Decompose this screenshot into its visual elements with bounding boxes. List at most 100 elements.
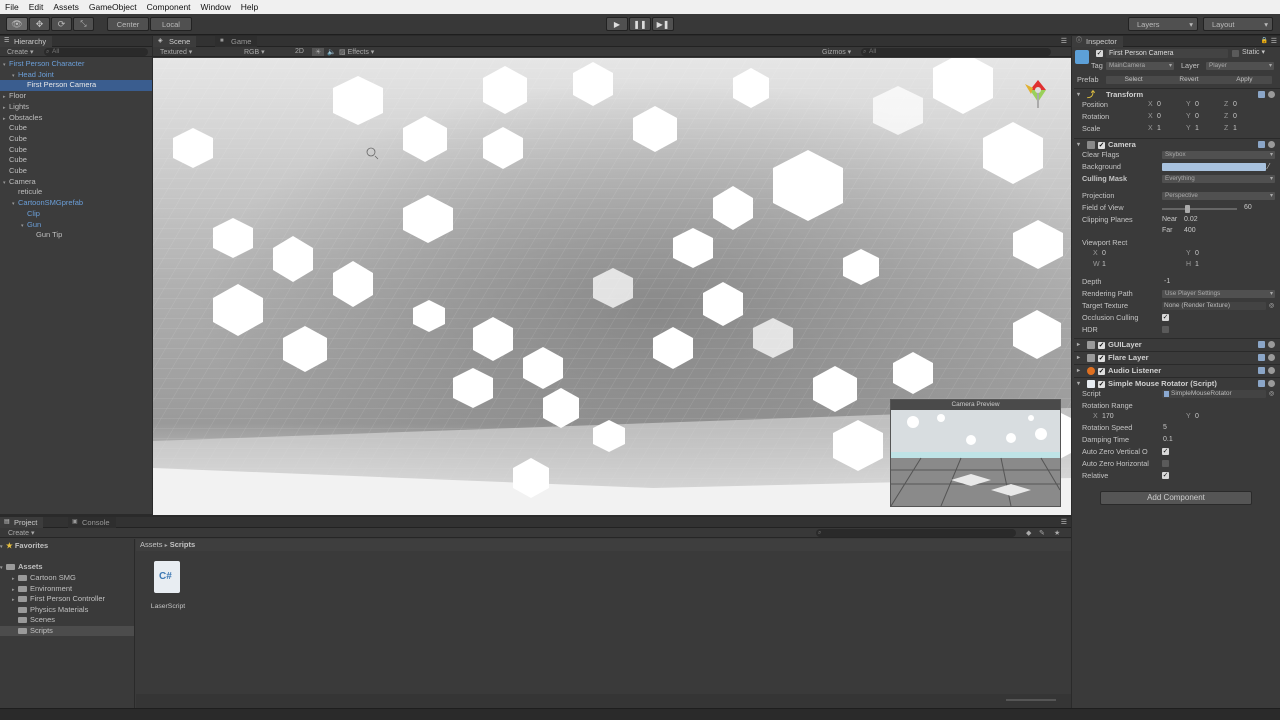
prefab-apply-button[interactable]: Apply: [1217, 76, 1272, 84]
hierarchy-item[interactable]: Cube: [0, 155, 152, 166]
project-folder-item[interactable]: Physics Materials: [0, 605, 134, 616]
object-picker-icon[interactable]: ◎: [1269, 301, 1274, 311]
layout-dropdown[interactable]: Layout ▾: [1203, 17, 1273, 31]
tab-hierarchy[interactable]: ☰ Hierarchy: [0, 36, 53, 47]
project-folder-item[interactable]: ▸ Environment: [0, 584, 134, 595]
panel-menu-icon[interactable]: ☰: [1061, 37, 1067, 45]
active-checkbox[interactable]: ✓: [1096, 50, 1103, 57]
hierarchy-item[interactable]: reticule: [0, 187, 152, 198]
menu-gameobject[interactable]: GameObject: [84, 2, 142, 12]
culling-mask-dropdown[interactable]: Everything: [1162, 175, 1275, 183]
hierarchy-item[interactable]: ▾ CartoonSMGprefab: [0, 198, 152, 209]
hierarchy-item[interactable]: ▾ Head Joint: [0, 70, 152, 81]
object-name-field[interactable]: First Person Camera: [1106, 49, 1228, 58]
favorites-item[interactable]: ▾ ★ Favorites: [0, 541, 134, 552]
menu-file[interactable]: File: [0, 2, 24, 12]
icon-size-slider[interactable]: [1006, 699, 1056, 701]
camera-enabled-checkbox[interactable]: ✓: [1098, 142, 1105, 149]
camera-header[interactable]: ▾ ✓ Camera: [1074, 138, 1280, 150]
script-field[interactable]: SimpleMouseRotator: [1162, 390, 1266, 398]
hierarchy-item[interactable]: Clip: [0, 209, 152, 220]
hand-tool-button[interactable]: 👁: [6, 17, 28, 31]
tab-console[interactable]: ▣ Console: [68, 517, 116, 528]
guilayer-header[interactable]: ▸ ✓ GUILayer: [1074, 338, 1280, 350]
project-create-button[interactable]: Create ▾: [0, 529, 34, 537]
rendering-path-dropdown[interactable]: Use Player Settings: [1162, 290, 1275, 298]
move-tool-button[interactable]: ✥: [29, 17, 50, 31]
tab-game[interactable]: ■ Game: [215, 36, 258, 47]
script-header[interactable]: ▾ ✓ Simple Mouse Rotator (Script): [1074, 377, 1280, 389]
hierarchy-item[interactable]: ▾ Gun: [0, 220, 152, 231]
hierarchy-search-input[interactable]: ⌕ All: [44, 48, 148, 56]
lock-icon[interactable]: 🔒: [1261, 37, 1268, 44]
object-picker-icon[interactable]: ◎: [1269, 389, 1274, 399]
assets-root-item[interactable]: ▾ Assets: [0, 562, 134, 573]
menu-edit[interactable]: Edit: [24, 2, 49, 12]
hierarchy-item[interactable]: ▾ Camera: [0, 177, 152, 188]
fov-slider-thumb[interactable]: [1185, 205, 1191, 213]
transform-rotation-z[interactable]: 0: [1233, 112, 1237, 122]
menu-component[interactable]: Component: [142, 2, 196, 12]
component-settings-icons[interactable]: [1258, 341, 1276, 349]
panel-menu-icon[interactable]: ☰: [1271, 37, 1277, 45]
script-enabled-checkbox[interactable]: ✓: [1098, 381, 1105, 388]
tab-inspector[interactable]: ⓘ Inspector: [1072, 36, 1123, 47]
static-checkbox[interactable]: [1232, 50, 1239, 57]
vp-x-value[interactable]: 0: [1102, 249, 1106, 259]
effects-dropdown[interactable]: ▨ Effects ▾: [339, 48, 374, 56]
2d-toggle[interactable]: 2D: [295, 48, 304, 55]
menu-help[interactable]: Help: [236, 2, 263, 12]
prefab-select-button[interactable]: Select: [1106, 76, 1161, 84]
target-texture-field[interactable]: None (Render Texture): [1162, 302, 1266, 310]
component-settings-icons[interactable]: [1258, 91, 1276, 99]
component-settings-icons[interactable]: [1258, 354, 1276, 362]
audiolistener-enabled-checkbox[interactable]: ✓: [1098, 368, 1105, 375]
auto-zero-vertical-checkbox[interactable]: ✓: [1162, 448, 1169, 455]
range-x-value[interactable]: 170: [1102, 412, 1114, 422]
scene-viewport[interactable]: Camera Preview: [153, 58, 1071, 515]
flarelayer-enabled-checkbox[interactable]: ✓: [1098, 355, 1105, 362]
tab-scene[interactable]: ◈ Scene: [153, 36, 197, 47]
vp-y-value[interactable]: 0: [1195, 249, 1199, 259]
project-folder-item[interactable]: ▸ First Person Controller: [0, 594, 134, 605]
component-settings-icons[interactable]: [1258, 141, 1276, 149]
rotate-tool-button[interactable]: ⟳: [51, 17, 72, 31]
relative-checkbox[interactable]: ✓: [1162, 472, 1169, 479]
audio-toggle[interactable]: 🔈: [327, 48, 336, 56]
render-mode-dropdown[interactable]: RGB ▾: [244, 48, 265, 56]
clear-flags-dropdown[interactable]: Skybox: [1162, 151, 1275, 159]
add-component-button[interactable]: Add Component: [1100, 491, 1252, 505]
hierarchy-item[interactable]: Cube: [0, 134, 152, 145]
space-local-button[interactable]: Local: [150, 17, 192, 31]
vp-w-value[interactable]: 1: [1102, 260, 1106, 270]
guilayer-enabled-checkbox[interactable]: ✓: [1098, 342, 1105, 349]
transform-position-z[interactable]: 0: [1233, 100, 1237, 110]
transform-scale-y[interactable]: 1: [1195, 124, 1199, 134]
transform-header[interactable]: ▾ ⤴ Transform: [1074, 88, 1280, 100]
play-button[interactable]: ▶: [606, 17, 628, 31]
audiolistener-header[interactable]: ▸ ✓ Audio Listener: [1074, 364, 1280, 376]
lighting-toggle[interactable]: ☀: [312, 47, 325, 56]
breadcrumb-scripts[interactable]: Scripts: [170, 540, 195, 549]
background-color-field[interactable]: [1162, 163, 1266, 171]
pivot-center-button[interactable]: Center: [107, 17, 149, 31]
hierarchy-create-button[interactable]: Create ▾: [0, 48, 33, 56]
depth-value[interactable]: -1: [1164, 277, 1170, 287]
fov-slider[interactable]: [1162, 205, 1237, 213]
hierarchy-item[interactable]: First Person Camera: [0, 80, 152, 92]
project-folder-item[interactable]: Scripts: [0, 625, 134, 636]
hierarchy-item[interactable]: Cube: [0, 123, 152, 134]
static-dropdown[interactable]: Static ▾: [1242, 48, 1265, 58]
projection-dropdown[interactable]: Perspective: [1162, 192, 1275, 200]
project-folder-item[interactable]: Scenes: [0, 615, 134, 626]
hierarchy-item[interactable]: ▾ First Person Character: [0, 59, 152, 70]
asset-laserscript[interactable]: C# LaserScript: [146, 559, 190, 617]
damping-value[interactable]: 0.1: [1163, 435, 1173, 445]
range-y-value[interactable]: 0: [1195, 412, 1199, 422]
gizmos-dropdown[interactable]: Gizmos ▾: [822, 48, 851, 56]
hierarchy-item[interactable]: ▸ Floor: [0, 91, 152, 102]
filter-label-icon[interactable]: ✎: [1039, 529, 1045, 537]
transform-position-x[interactable]: 0: [1157, 100, 1161, 110]
hierarchy-item[interactable]: Gun Tip: [0, 230, 152, 241]
rotation-speed-value[interactable]: 5: [1163, 423, 1167, 433]
